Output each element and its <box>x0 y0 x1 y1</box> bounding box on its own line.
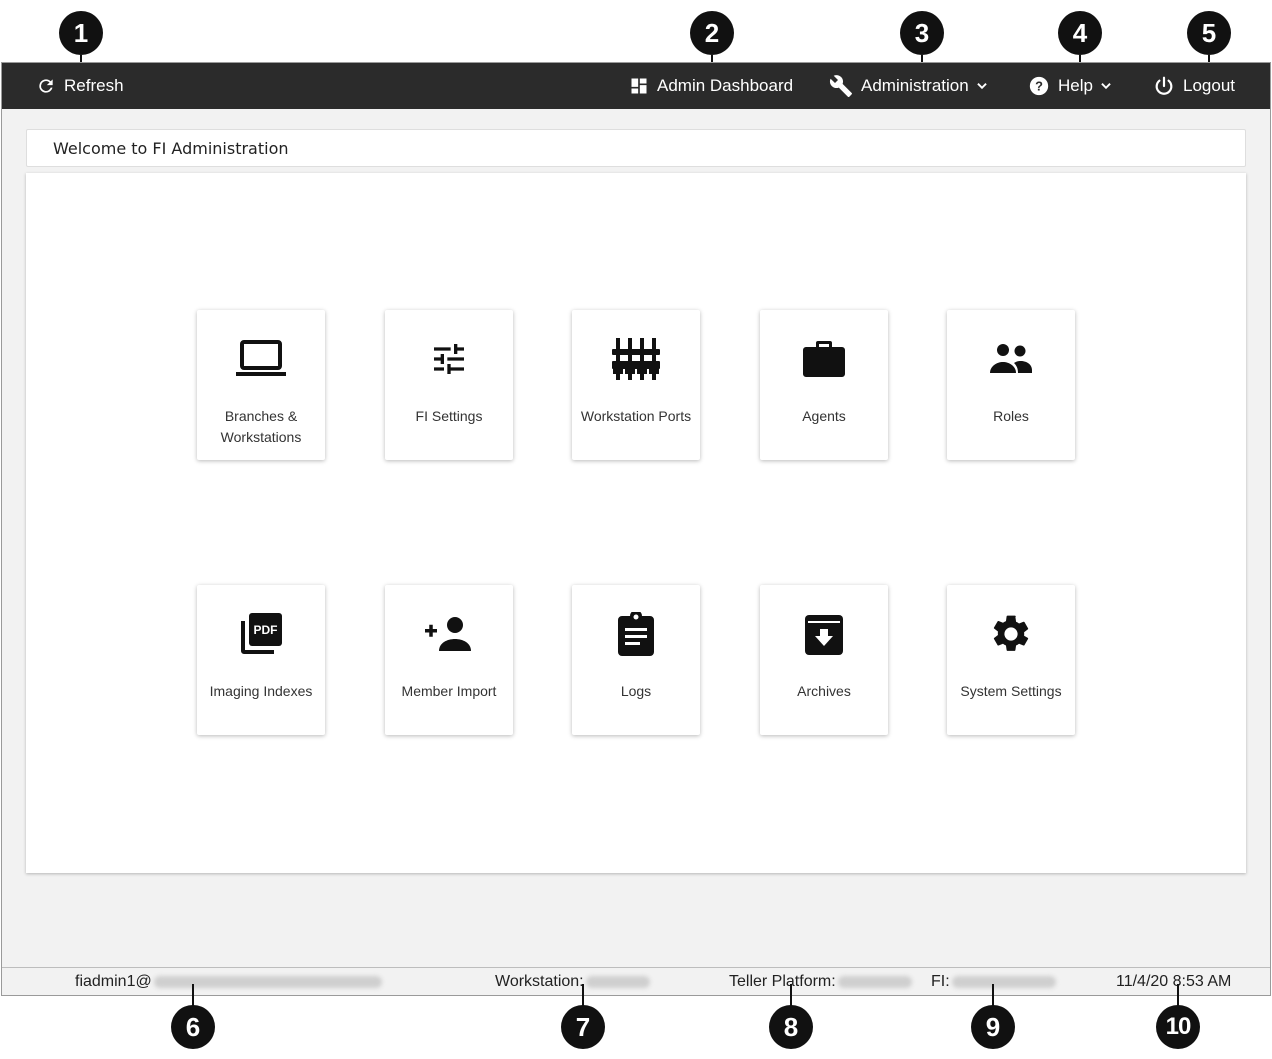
svg-text:PDF: PDF <box>254 623 278 637</box>
refresh-label: Refresh <box>64 76 124 95</box>
tile-label: Archives <box>797 683 851 699</box>
redacted-text <box>837 976 912 988</box>
top-nav-bar: Refresh Admin Dashboard Administration ?… <box>2 63 1270 109</box>
admin-dashboard-button[interactable]: Admin Dashboard <box>629 63 793 109</box>
dashboard-icon <box>631 78 647 94</box>
chevron-down-icon <box>976 83 987 90</box>
callout-3: 3 <box>900 11 944 55</box>
tile-roles[interactable]: Roles <box>947 310 1075 460</box>
refresh-button[interactable]: Refresh <box>36 63 124 109</box>
tile-label: Imaging Indexes <box>209 683 313 699</box>
admin-dashboard-label: Admin Dashboard <box>657 76 794 95</box>
page-title: Welcome to FI Administration <box>53 138 289 158</box>
callout-7: 7 <box>561 1005 605 1049</box>
callout-6: 6 <box>171 1005 215 1049</box>
callout-7-leader <box>582 984 584 1006</box>
status-datetime: 11/4/20 8:53 AM <box>1116 968 1231 996</box>
app-window: Refresh Admin Dashboard Administration ?… <box>1 62 1271 996</box>
callout-8-leader <box>790 984 792 1006</box>
redacted-text <box>153 976 382 988</box>
status-user: fiadmin1@ <box>75 968 382 996</box>
administration-label: Administration <box>861 76 969 95</box>
administration-menu[interactable]: Administration <box>829 63 989 109</box>
logout-button[interactable]: Logout <box>1153 63 1235 109</box>
callout-10-leader <box>1177 984 1179 1006</box>
tile-label: Logs <box>620 683 652 699</box>
callout-10: 10 <box>1156 1005 1200 1049</box>
archive-icon <box>805 615 843 655</box>
tile-label: Roles <box>993 408 1029 424</box>
svg-text:?: ? <box>1035 79 1043 94</box>
help-menu[interactable]: ? Help <box>1028 63 1113 109</box>
callout-2: 2 <box>690 11 734 55</box>
status-workstation: Workstation: <box>495 968 650 996</box>
tile-archives[interactable]: Archives <box>760 585 888 735</box>
welcome-banner: Welcome to FI Administration <box>26 129 1246 167</box>
tile-imaging-indexes[interactable]: PDF Imaging Indexes <box>197 585 325 735</box>
chevron-down-icon <box>1101 83 1111 90</box>
callout-9-leader <box>992 984 994 1006</box>
callout-8: 8 <box>769 1005 813 1049</box>
tile-label: Branches & Workstations <box>220 408 302 445</box>
gear-icon <box>993 615 1029 651</box>
callout-4: 4 <box>1058 11 1102 55</box>
refresh-icon <box>39 79 53 93</box>
tile-label: Member Import <box>401 683 497 699</box>
power-icon <box>1155 76 1173 95</box>
tile-label: FI Settings <box>415 408 483 424</box>
tile-workstation-ports[interactable]: Workstation Ports <box>572 310 700 460</box>
status-teller-platform: Teller Platform: <box>729 968 912 996</box>
laptop-icon <box>236 340 286 376</box>
tile-label: Workstation Ports <box>580 408 692 424</box>
workstation-label: Workstation: <box>495 973 584 990</box>
user-email: fiadmin1@ <box>75 973 152 990</box>
ports-icon <box>612 338 660 380</box>
tile-agents[interactable]: Agents <box>760 310 888 460</box>
tile-label: System Settings <box>960 683 1062 699</box>
callout-6-leader <box>192 984 194 1006</box>
tile-member-import[interactable]: Member Import <box>385 585 513 735</box>
admin-tiles-panel: Branches & Workstations FI Settings Work… <box>26 173 1246 873</box>
logout-label: Logout <box>1183 76 1235 95</box>
people-icon <box>990 344 1032 373</box>
wrench-icon <box>829 75 852 97</box>
clipboard-icon <box>618 612 654 656</box>
tune-icon <box>434 344 464 374</box>
callout-9: 9 <box>971 1005 1015 1049</box>
briefcase-icon <box>803 341 845 377</box>
tile-fi-settings[interactable]: FI Settings <box>385 310 513 460</box>
annotated-screenshot: 1 2 3 4 5 Refresh Admin Dashboard Admini… <box>0 0 1272 1059</box>
help-icon: ? <box>1029 76 1049 96</box>
fi-label: FI: <box>931 973 950 990</box>
help-label: Help <box>1058 76 1093 95</box>
callout-1: 1 <box>59 11 103 55</box>
person-add-icon <box>425 617 471 651</box>
redacted-text <box>951 976 1056 988</box>
tile-logs[interactable]: Logs <box>572 585 700 735</box>
pdf-icon: PDF <box>241 613 282 654</box>
tile-label: Agents <box>802 408 846 424</box>
callout-5: 5 <box>1187 11 1231 55</box>
datetime-value: 11/4/20 8:53 AM <box>1116 973 1232 990</box>
teller-platform-label: Teller Platform: <box>729 973 836 990</box>
tile-branches-workstations[interactable]: Branches & Workstations <box>197 310 325 460</box>
tile-system-settings[interactable]: System Settings <box>947 585 1075 735</box>
redacted-text <box>585 976 650 988</box>
